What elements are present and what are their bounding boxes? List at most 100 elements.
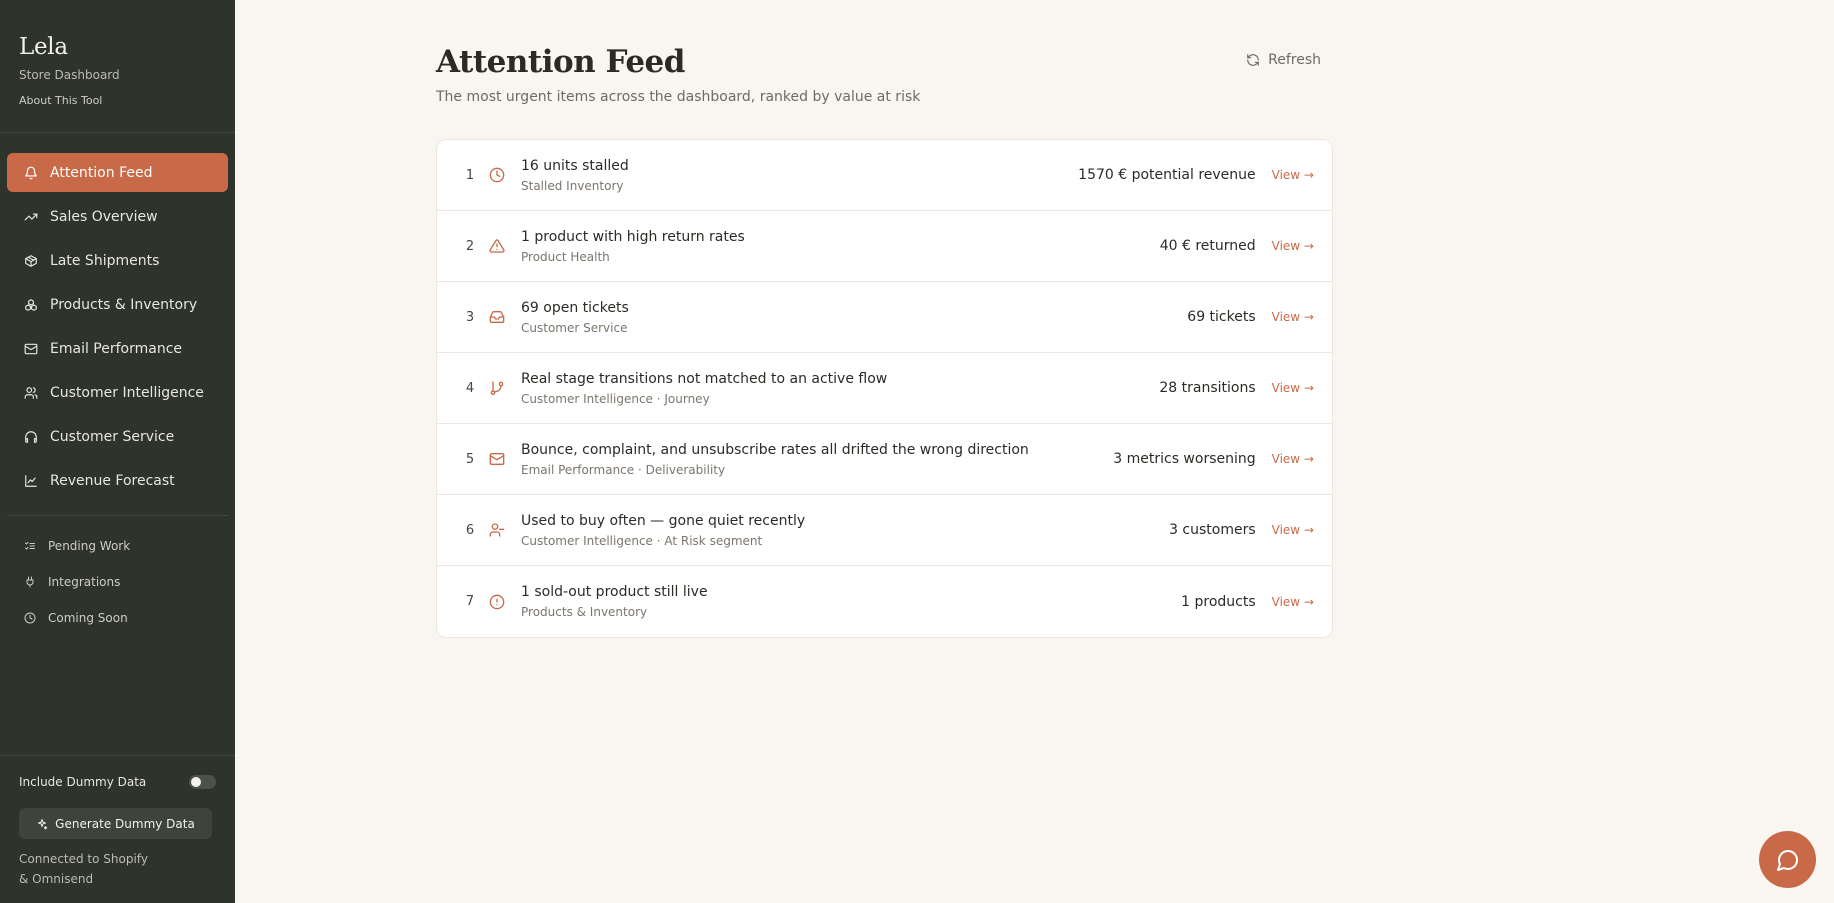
feed-source: Email Performance · Deliverability — [521, 462, 726, 477]
feed-title: Bounce, complaint, and unsubscribe rates… — [521, 441, 1029, 458]
brand-block: Lela Store Dashboard About This Tool — [0, 0, 235, 133]
warning-triangle-icon — [488, 237, 506, 255]
generate-dummy-data-button[interactable]: Generate Dummy Data — [19, 808, 212, 839]
feed-rank: 5 — [465, 451, 475, 467]
feed-row[interactable]: 5 Bounce, complaint, and unsubscribe rat… — [437, 424, 1332, 495]
feed-text: 69 open tickets Customer Service — [521, 300, 1187, 335]
nav-label: Products & Inventory — [50, 296, 198, 313]
dummy-data-toggle[interactable] — [189, 775, 216, 789]
feed-title: Used to buy often — gone quiet recently — [521, 512, 806, 529]
nav-item-pending-work[interactable]: Pending Work — [7, 528, 228, 564]
users-icon — [23, 385, 39, 401]
nav-item-customer-intelligence[interactable]: Customer Intelligence — [7, 373, 228, 412]
nav-label: Sales Overview — [50, 208, 158, 225]
feed-title: 1 product with high return rates — [521, 228, 745, 245]
feed-source: Product Health — [521, 249, 610, 264]
feed-rank: 3 — [465, 309, 475, 325]
brand-subtitle: Store Dashboard — [19, 68, 120, 82]
chat-button[interactable] — [1759, 831, 1816, 888]
feed-metric: 1570 € potential revenue — [1078, 167, 1256, 183]
feed-view-link[interactable]: View → — [1272, 381, 1314, 395]
feed-metric: 28 transitions — [1159, 380, 1256, 396]
nav-label: Late Shipments — [50, 252, 160, 269]
feed-source: Products & Inventory — [521, 605, 648, 619]
nav-item-integrations[interactable]: Integrations — [7, 564, 228, 600]
feed-metric: 40 € returned — [1159, 238, 1256, 254]
nav-label: Customer Intelligence — [50, 384, 204, 401]
feed-metric: 3 metrics worsening — [1113, 451, 1256, 467]
feed-row[interactable]: 6 Used to buy often — gone quiet recentl… — [437, 495, 1332, 566]
feed-view-link[interactable]: View → — [1272, 595, 1314, 609]
list-checks-icon — [23, 539, 37, 553]
nav-item-sales-overview[interactable]: Sales Overview — [7, 197, 228, 236]
main-nav: Attention Feed Sales Overview Late Shipm… — [0, 133, 235, 500]
connection-status: Connected to Shopify & Omnisend — [19, 849, 216, 889]
nav-label: Attention Feed — [50, 164, 153, 181]
feed-view-link[interactable]: View → — [1272, 168, 1314, 182]
page-title: Attention Feed — [436, 44, 685, 80]
nav-label: Coming Soon — [48, 611, 128, 625]
brand-name: Lela — [19, 34, 68, 60]
secondary-nav: Pending Work Integrations Coming Soon — [0, 528, 235, 636]
sidebar-divider — [7, 515, 228, 516]
feed-source: Stalled Inventory — [521, 178, 624, 193]
attention-feed-list: 1 16 units stalled Stalled Inventory 157… — [436, 139, 1333, 638]
feed-row[interactable]: 4 Real stage transitions not matched to … — [437, 353, 1332, 424]
feed-row[interactable]: 3 69 open tickets Customer Service 69 ti… — [437, 282, 1332, 353]
page-subtitle: The most urgent items across the dashboa… — [436, 89, 921, 105]
nav-item-email-performance[interactable]: Email Performance — [7, 329, 228, 368]
feed-row[interactable]: 1 16 units stalled Stalled Inventory 157… — [437, 140, 1332, 211]
inbox-icon — [488, 308, 506, 326]
nav-label: Pending Work — [48, 539, 131, 553]
feed-text: 1 sold-out product still live Products &… — [521, 584, 1181, 619]
connection-line-1: Connected to Shopify — [19, 852, 148, 866]
feed-source: Customer Service — [521, 320, 628, 335]
user-minus-icon — [488, 521, 506, 539]
nav-item-revenue-forecast[interactable]: Revenue Forecast — [7, 461, 228, 500]
sparkles-icon — [36, 818, 48, 830]
nav-label: Revenue Forecast — [50, 472, 175, 489]
feed-view-link[interactable]: View → — [1272, 523, 1314, 537]
feed-text: Used to buy often — gone quiet recently … — [521, 513, 1169, 548]
feed-rank: 4 — [465, 380, 475, 396]
feed-rank: 7 — [465, 594, 475, 609]
feed-text: Bounce, complaint, and unsubscribe rates… — [521, 442, 1113, 477]
nav-item-products-inventory[interactable]: Products & Inventory — [7, 285, 228, 324]
about-link[interactable]: About This Tool — [19, 94, 102, 107]
dummy-data-toggle-row: Include Dummy Data — [19, 772, 216, 792]
clock-icon — [488, 166, 506, 184]
feed-view-link[interactable]: View → — [1272, 310, 1314, 324]
nav-item-coming-soon[interactable]: Coming Soon — [7, 600, 228, 636]
alert-circle-icon — [488, 593, 506, 611]
mail-icon — [488, 450, 506, 468]
nav-label: Email Performance — [50, 340, 183, 357]
clock-icon — [23, 611, 37, 625]
feed-view-link[interactable]: View → — [1272, 452, 1314, 466]
nav-item-attention-feed[interactable]: Attention Feed — [7, 153, 228, 192]
line-chart-icon — [23, 473, 39, 489]
nav-label: Integrations — [48, 575, 121, 589]
feed-row[interactable]: 7 1 sold-out product still live Products… — [437, 566, 1332, 637]
chat-bubble-icon — [1776, 848, 1800, 872]
dummy-data-label: Include Dummy Data — [19, 775, 147, 789]
nav-label: Customer Service — [50, 428, 175, 445]
feed-source: Customer Intelligence · At Risk segment — [521, 533, 763, 548]
feed-row[interactable]: 2 1 product with high return rates Produ… — [437, 211, 1332, 282]
feed-metric: 1 products — [1181, 593, 1256, 610]
refresh-button[interactable]: Refresh — [1246, 52, 1321, 68]
generate-label: Generate Dummy Data — [55, 816, 195, 831]
feed-rank: 6 — [465, 522, 475, 538]
package-icon — [23, 253, 39, 269]
feed-title: Real stage transitions not matched to an… — [521, 370, 888, 387]
toggle-knob — [191, 777, 201, 787]
feed-view-link[interactable]: View → — [1272, 239, 1314, 253]
trending-up-icon — [23, 209, 39, 225]
headphones-icon — [23, 429, 39, 445]
feed-rank: 2 — [465, 238, 475, 254]
nav-item-late-shipments[interactable]: Late Shipments — [7, 241, 228, 280]
feed-metric: 3 customers — [1169, 522, 1256, 538]
feed-metric: 69 tickets — [1187, 309, 1256, 325]
feed-text: Real stage transitions not matched to an… — [521, 371, 1159, 406]
nav-item-customer-service[interactable]: Customer Service — [7, 417, 228, 456]
feed-source: Customer Intelligence · Journey — [521, 391, 710, 406]
